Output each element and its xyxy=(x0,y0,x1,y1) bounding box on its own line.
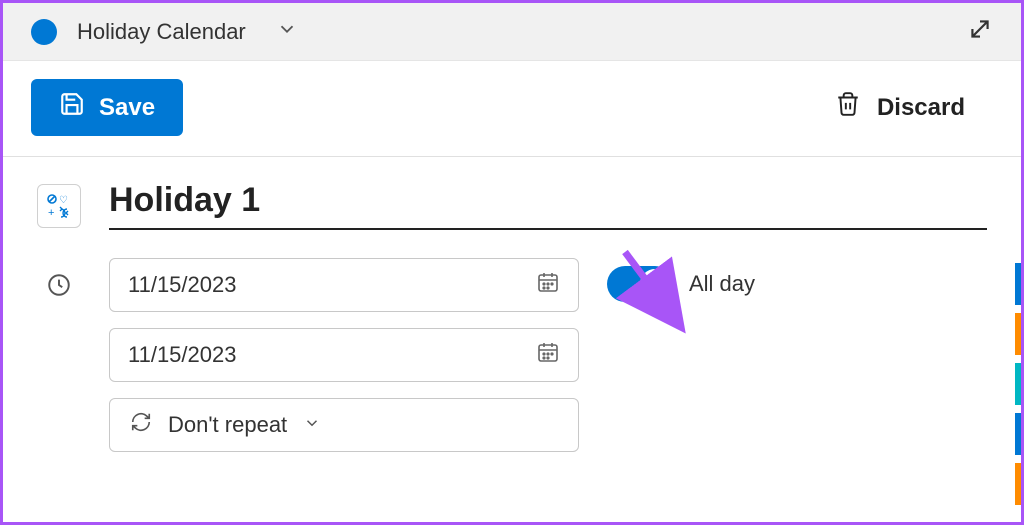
svg-text:+: + xyxy=(48,207,54,219)
edge-markers xyxy=(1015,263,1021,505)
repeat-label: Don't repeat xyxy=(168,412,287,438)
discard-button[interactable]: Discard xyxy=(835,91,965,124)
event-title-input[interactable] xyxy=(109,181,987,230)
allday-toggle[interactable] xyxy=(607,266,673,302)
calendar-icon xyxy=(536,340,560,370)
repeat-icon xyxy=(130,411,152,439)
end-date-input[interactable]: 11/15/2023 xyxy=(109,328,579,382)
title-row: ♡ + xyxy=(37,181,987,230)
toolbar: Save Discard xyxy=(3,61,1021,157)
event-form: ♡ + 11/15/2023 11/15/2023 xyxy=(3,157,1021,476)
start-date-input[interactable]: 11/15/2023 xyxy=(109,258,579,312)
date-fields: 11/15/2023 11/15/2023 Don't repeat xyxy=(109,258,579,452)
toggle-knob xyxy=(640,269,670,299)
calendar-name: Holiday Calendar xyxy=(77,19,246,45)
allday-area: All day xyxy=(607,266,755,302)
discard-button-label: Discard xyxy=(877,94,965,122)
svg-text:♡: ♡ xyxy=(59,195,68,206)
calendar-color-dot xyxy=(31,19,57,45)
calendar-picker-chevron-icon[interactable] xyxy=(276,18,298,45)
emoji-picker-button[interactable]: ♡ + xyxy=(37,184,81,228)
window-header: Holiday Calendar xyxy=(3,3,1021,61)
date-section: 11/15/2023 11/15/2023 Don't repeat xyxy=(37,258,987,452)
expand-icon[interactable] xyxy=(967,16,993,47)
save-button-label: Save xyxy=(99,94,155,122)
save-icon xyxy=(59,91,85,124)
trash-icon xyxy=(835,91,861,124)
repeat-dropdown[interactable]: Don't repeat xyxy=(109,398,579,452)
end-date-value: 11/15/2023 xyxy=(128,342,236,368)
allday-label: All day xyxy=(689,271,755,297)
clock-icon xyxy=(37,272,81,298)
save-button[interactable]: Save xyxy=(31,79,183,136)
chevron-down-icon xyxy=(303,412,321,438)
start-date-value: 11/15/2023 xyxy=(128,272,236,298)
calendar-icon xyxy=(536,270,560,300)
